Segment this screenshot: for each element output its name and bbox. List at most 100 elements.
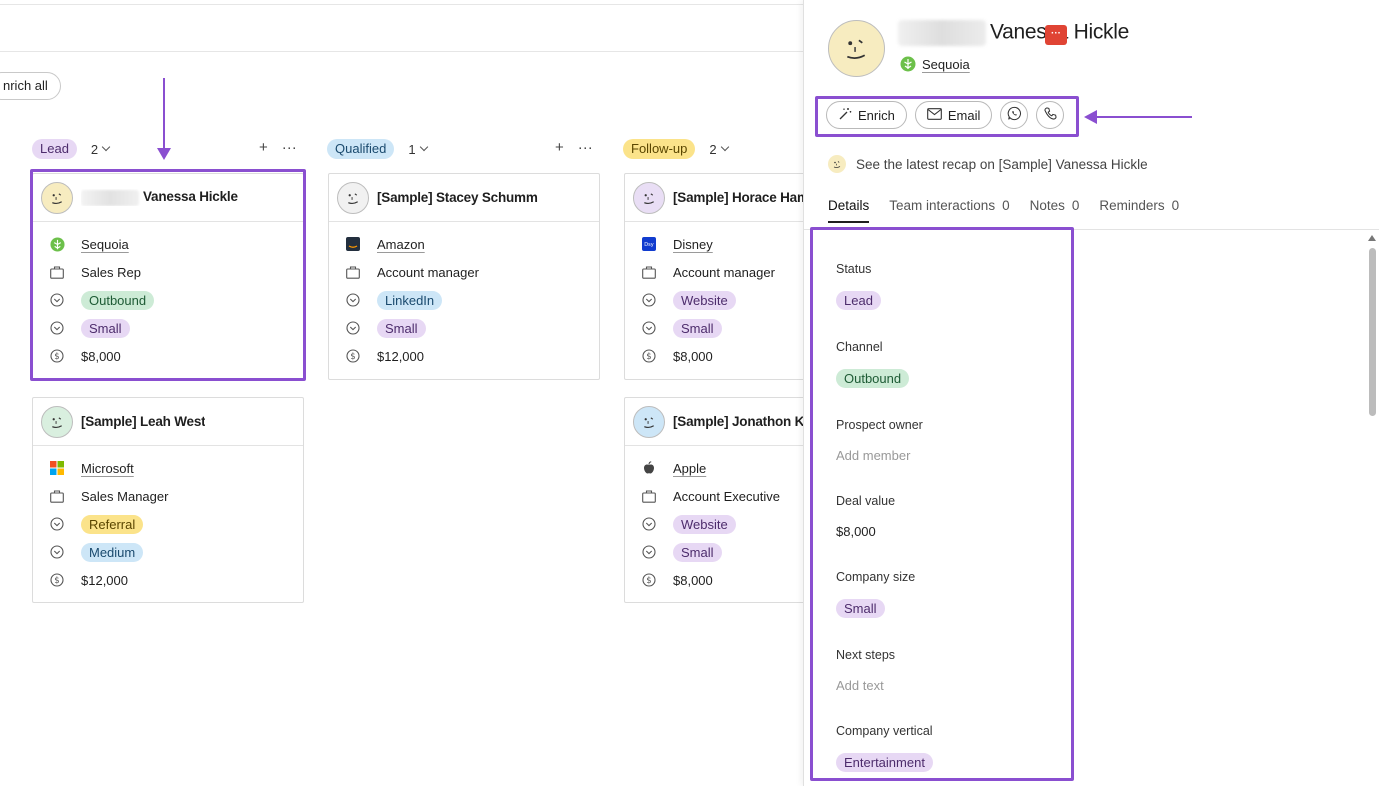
avatar <box>41 181 73 214</box>
recap-link[interactable]: See the latest recap on [Sample] Vanessa… <box>828 155 1148 173</box>
field-label: Next steps <box>836 648 896 662</box>
size-tag: Small <box>673 542 722 562</box>
svg-text:$: $ <box>646 352 651 362</box>
channel-tag[interactable]: Outbound <box>836 369 910 388</box>
company-link[interactable]: Microsoft <box>81 461 134 476</box>
deal-card-leah[interactable]: [Sample] Leah West Microsoft Sales Manag… <box>32 397 304 603</box>
select-circle-icon <box>641 516 657 532</box>
card-name: Vanessa Hickle <box>143 189 238 205</box>
owner-input[interactable]: Add member <box>836 448 910 463</box>
channel-tag: Website <box>673 290 736 310</box>
enrich-button[interactable]: Enrich <box>826 101 907 129</box>
card-role: Account Executive <box>673 488 780 504</box>
deal-card-stacey[interactable]: [Sample] Stacey Schumm Amazon Account ma… <box>328 173 600 380</box>
disney-logo-icon: Dsy <box>641 236 657 252</box>
select-circle-icon <box>49 544 65 560</box>
field-company-size: Company size Small <box>836 570 1076 648</box>
scroll-up-arrow-icon[interactable] <box>1368 235 1376 241</box>
email-button[interactable]: Email <box>914 101 993 129</box>
select-circle-icon <box>641 292 657 308</box>
field-label: Channel <box>836 340 883 354</box>
avatar <box>633 405 665 438</box>
chevron-down-icon <box>419 142 428 152</box>
contact-actions: Enrich Email <box>826 101 1065 129</box>
details-fields: Status Lead Channel Outbound Prospect ow… <box>836 262 1076 786</box>
whatsapp-button[interactable] <box>1000 101 1029 129</box>
tab-label: Team interactions <box>889 198 996 213</box>
vertical-tag[interactable]: Entertainment <box>836 753 933 772</box>
face-icon <box>644 192 654 204</box>
deal-value-input[interactable]: $8,000 <box>836 524 876 539</box>
arrow-left-icon <box>1084 110 1097 124</box>
board-top-divider <box>0 4 803 5</box>
channel-tag: Referral <box>81 514 144 534</box>
tab-label: Details <box>828 198 870 213</box>
company-link[interactable]: Sequoia <box>81 237 129 252</box>
svg-text:Dsy: Dsy <box>644 242 653 248</box>
tab-team-interactions[interactable]: Team interactions 0 <box>889 198 1009 223</box>
face-icon <box>644 416 654 428</box>
column-count-dropdown[interactable]: 1 <box>408 142 428 157</box>
size-tag: Small <box>673 318 722 338</box>
tab-notes[interactable]: Notes 0 <box>1030 198 1080 223</box>
select-circle-icon <box>49 292 65 308</box>
annotation-arrow-left <box>1095 116 1192 118</box>
status-tag[interactable]: Lead <box>836 291 881 310</box>
tab-reminders[interactable]: Reminders 0 <box>1099 198 1179 223</box>
size-tag: Small <box>377 318 426 338</box>
avatar <box>337 181 369 214</box>
size-tag[interactable]: Small <box>836 599 885 618</box>
field-label: Company size <box>836 570 916 584</box>
channel-tag: Website <box>673 514 736 534</box>
column-more-button[interactable]: ··· <box>578 139 593 156</box>
board-toolbar-divider <box>0 51 803 52</box>
next-steps-input[interactable]: Add text <box>836 678 884 693</box>
dollar-icon: $ <box>345 348 361 364</box>
redacted-name <box>898 20 986 46</box>
select-circle-icon <box>345 320 361 336</box>
overlay-badge[interactable]: ··· <box>1045 25 1067 45</box>
whatsapp-icon <box>1007 106 1022 124</box>
column-header-qualified: Qualified 1 <box>327 138 428 160</box>
column-count-dropdown[interactable]: 2 <box>709 142 729 157</box>
face-icon <box>847 39 866 59</box>
stage-pill-lead: Lead <box>32 139 77 159</box>
company-link[interactable]: Apple <box>673 461 706 476</box>
phone-icon <box>1044 107 1057 123</box>
add-card-button[interactable]: + <box>555 139 564 156</box>
briefcase-icon <box>345 264 361 280</box>
deal-card-vanessa[interactable]: Vanessa Hickle Sequoia Sales Rep Outboun… <box>32 173 304 380</box>
column-more-button[interactable]: ··· <box>282 139 297 156</box>
avatar <box>41 405 73 438</box>
tab-details[interactable]: Details <box>828 198 870 223</box>
tabs-divider <box>804 229 1379 230</box>
column-count-dropdown[interactable]: 2 <box>91 142 111 157</box>
deal-value: $8,000 <box>673 572 713 588</box>
call-button[interactable] <box>1036 101 1065 129</box>
scrollbar-thumb[interactable] <box>1369 248 1376 416</box>
enrich-label: Enrich <box>858 107 895 123</box>
company-link[interactable]: Sequoia <box>922 57 970 72</box>
field-prospect-owner: Prospect owner Add member <box>836 418 1076 494</box>
size-tag: Small <box>81 318 130 338</box>
select-circle-icon <box>641 320 657 336</box>
field-next-steps: Next steps Add text <box>836 648 1076 724</box>
tab-count: 0 <box>1171 198 1180 213</box>
svg-text:$: $ <box>350 352 355 362</box>
field-deal-value: Deal value $8,000 <box>836 494 1076 570</box>
face-icon <box>52 416 62 428</box>
chevron-down-icon <box>101 142 111 152</box>
tab-label: Notes <box>1029 198 1065 213</box>
enrich-all-button[interactable]: nrich all <box>0 72 61 100</box>
company-link[interactable]: Disney <box>673 237 713 252</box>
face-icon <box>833 161 841 168</box>
company-link[interactable]: Amazon <box>377 237 425 252</box>
column-header-lead: Lead 2 <box>32 138 111 160</box>
deal-value: $12,000 <box>377 348 424 364</box>
sequoia-logo-icon <box>49 236 65 252</box>
tab-count: 0 <box>1002 198 1010 213</box>
avatar <box>633 181 665 214</box>
add-card-button[interactable]: + <box>259 139 268 156</box>
detail-tabs: Details Team interactions 0 Notes 0 Remind… <box>828 198 1179 223</box>
card-role: Account manager <box>377 264 479 280</box>
